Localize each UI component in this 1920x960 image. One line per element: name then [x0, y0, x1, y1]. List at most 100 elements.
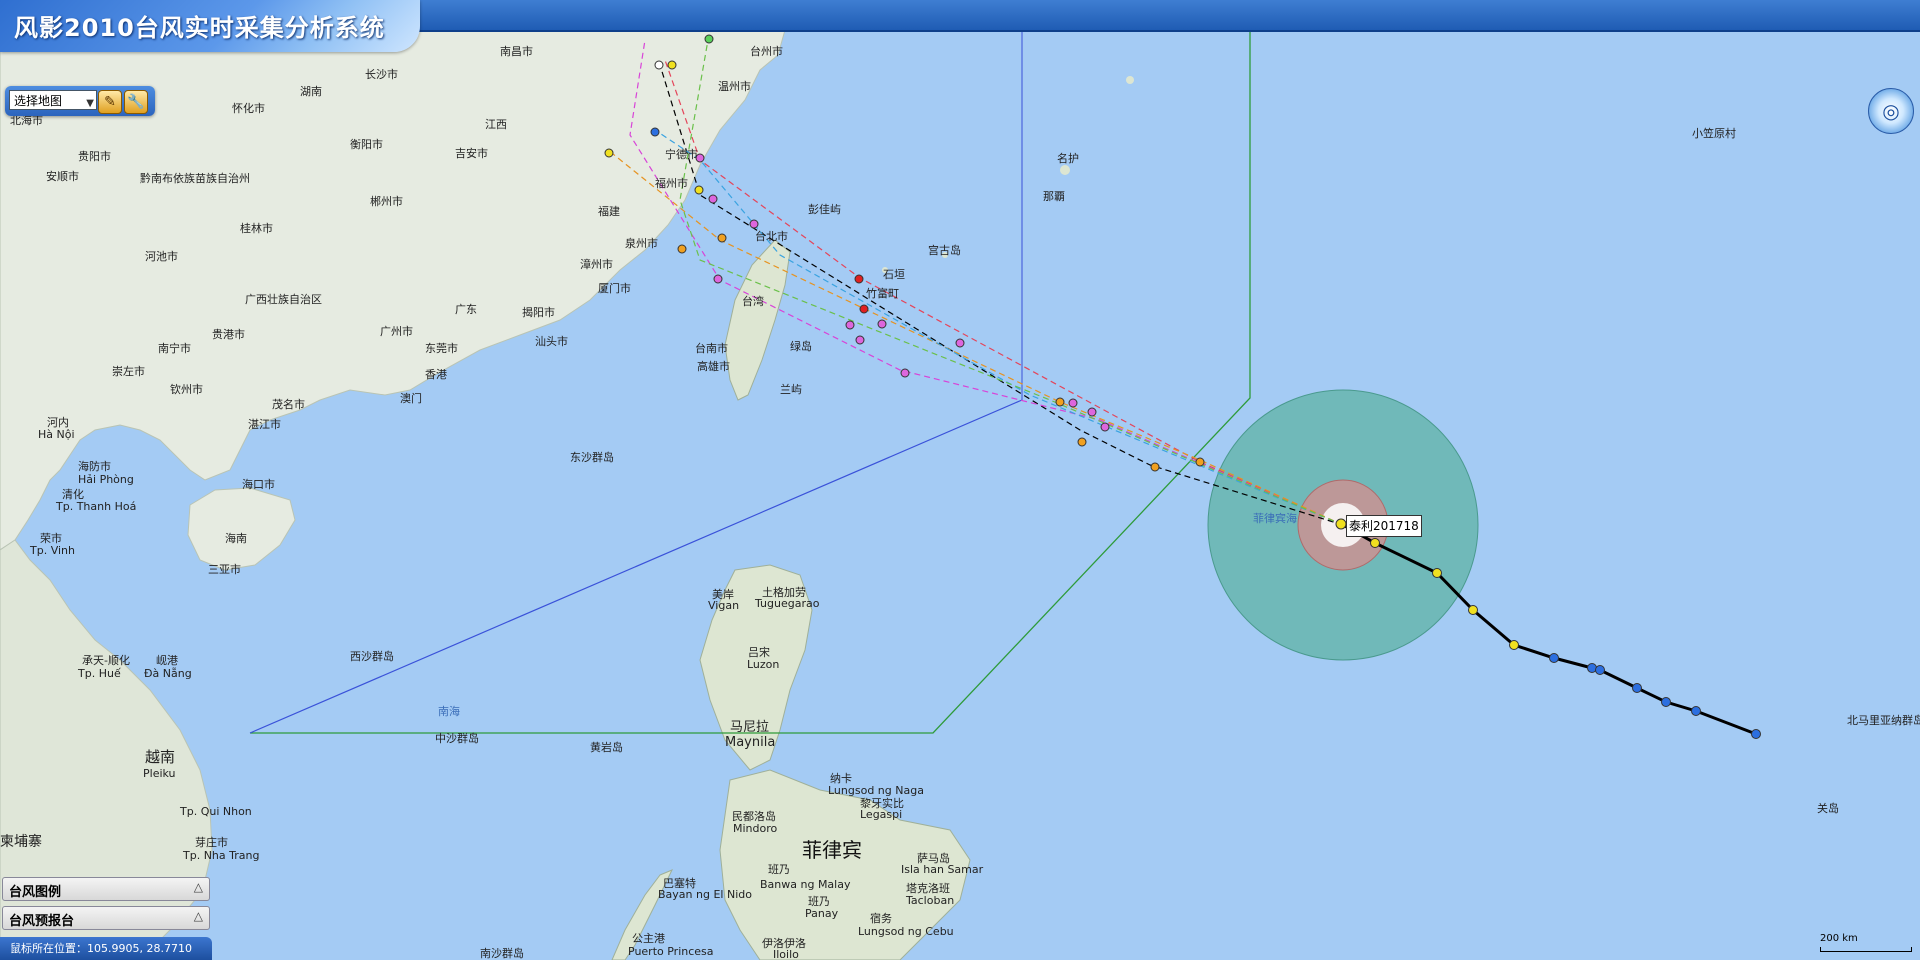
track-point[interactable] [1751, 729, 1761, 739]
place-taiwan: 台湾 [742, 294, 764, 308]
place-rong: 荣市 [40, 531, 62, 545]
place-qinzhou: 钦州市 [170, 382, 203, 396]
place-banwa-cn: 班乃 [768, 863, 790, 876]
pencil-icon[interactable]: ✎ [98, 90, 122, 114]
track-point[interactable] [1661, 697, 1671, 707]
place-wenzhou: 温州市 [718, 79, 751, 93]
place-lvdao: 绿岛 [790, 339, 812, 353]
forecast-point[interactable] [1100, 422, 1110, 432]
forecast-point[interactable] [704, 34, 714, 44]
forecast-panel-title: 台风预报台 [9, 914, 75, 929]
scale-label: 200 km [1820, 933, 1858, 944]
forecast-point[interactable] [1150, 462, 1160, 472]
place-feilvbin: 菲律宾 [802, 838, 862, 862]
place-jieyang: 揭阳市 [522, 305, 555, 319]
forecast-point[interactable] [1055, 397, 1065, 407]
typhoon-map[interactable]: 南昌市 台州市 长沙市 湖南 温州市 怀化市 江西 衡阳市 吉安市 宁德市 贵阳… [0, 0, 1920, 960]
forecast-point[interactable] [694, 185, 704, 195]
place-xisha: 西沙群岛 [350, 649, 394, 663]
forecast-point[interactable] [713, 274, 723, 284]
track-point[interactable] [1335, 518, 1347, 530]
app-title: 风影2010台风实时采集分析系统 [14, 14, 385, 42]
place-changsha: 长沙市 [365, 67, 398, 81]
forecast-point[interactable] [717, 233, 727, 243]
place-zhongsha: 中沙群岛 [435, 731, 479, 745]
place-pengjiayu: 彭佳屿 [808, 202, 841, 216]
place-xianggang: 香港 [425, 368, 447, 381]
chevron-down-icon: ▼ [86, 98, 94, 109]
place-anshun: 安顺市 [46, 169, 79, 183]
place-panay: Panay [805, 907, 839, 920]
place-aomen: 澳门 [400, 391, 422, 405]
place-guigang: 贵港市 [212, 327, 245, 341]
place-xiamen: 厦门市 [598, 281, 631, 295]
wrench-icon[interactable]: 🔧 [124, 90, 148, 114]
track-point[interactable] [1370, 538, 1380, 548]
forecast-point[interactable] [845, 320, 855, 330]
place-haikou: 海口市 [242, 477, 275, 491]
forecast-point[interactable] [708, 194, 718, 204]
legend-panel[interactable]: 台风图例 △ [2, 877, 210, 901]
place-naga: Lungsod ng Naga [828, 784, 924, 797]
map-select-dropdown[interactable]: 选择地图 ▼ [9, 90, 97, 110]
place-gaoxiong: 高雄市 [697, 359, 730, 373]
forecast-point[interactable] [1077, 437, 1087, 447]
place-nanchang: 南昌市 [500, 44, 533, 58]
track-point[interactable] [1632, 683, 1642, 693]
place-puerto: Puerto Princesa [628, 945, 714, 958]
track-point[interactable] [1595, 665, 1605, 675]
place-jian: 吉安市 [455, 146, 488, 160]
forecast-point[interactable] [667, 60, 677, 70]
forecast-point[interactable] [604, 148, 614, 158]
place-hengyang: 衡阳市 [350, 137, 383, 151]
place-naba: 那覇 [1043, 190, 1065, 203]
place-pleiku: Pleiku [143, 767, 176, 780]
place-danang: Đà Nẵng [144, 667, 192, 680]
scale-line [1820, 947, 1912, 952]
place-feilvbin-sea: 菲律宾海 [1253, 511, 1297, 525]
forecast-point[interactable] [877, 319, 887, 329]
forecast-point[interactable] [650, 127, 660, 137]
place-zhufu: 竹富町 [866, 286, 899, 300]
forecast-point[interactable] [1068, 398, 1078, 408]
place-nanhai: 南海 [438, 704, 460, 718]
forecast-point[interactable] [654, 60, 664, 70]
forecast-point[interactable] [955, 338, 965, 348]
track-point[interactable] [1691, 706, 1701, 716]
place-cebu: Lungsod ng Cebu [858, 925, 954, 938]
place-guangxi: 广西壮族自治区 [245, 292, 322, 306]
place-tainan: 台南市 [695, 341, 728, 355]
chevron-up-icon: △ [193, 880, 203, 894]
typhoon-icon: ◎ [1882, 99, 1900, 123]
place-hainan: 海南 [225, 531, 247, 545]
forecast-point[interactable] [1195, 457, 1205, 467]
place-hanoi-cn: 河内 [47, 415, 69, 429]
place-ningde: 宁德市 [665, 147, 698, 161]
forecast-point[interactable] [1087, 407, 1097, 417]
forecast-point[interactable] [900, 368, 910, 378]
place-vigan: Vigan [708, 599, 739, 612]
place-jianpuzhai: 柬埔寨 [0, 833, 42, 850]
forecast-point[interactable] [749, 219, 759, 229]
place-qinghua: 清化 [62, 487, 84, 501]
title-banner: 风影2010台风实时采集分析系统 [0, 0, 420, 52]
track-point[interactable] [1468, 605, 1478, 615]
place-dongsha: 东沙群岛 [570, 450, 614, 464]
track-point[interactable] [1509, 640, 1519, 650]
place-haiphong: Hải Phòng [78, 473, 134, 486]
place-shigaoda: 石垣 [883, 268, 905, 281]
place-quinhon: Tp. Qui Nhon [179, 805, 252, 818]
forecast-panel[interactable]: 台风预报台 △ [2, 906, 210, 930]
typhoon-layer-button[interactable]: ◎ [1868, 88, 1914, 134]
forecast-point[interactable] [854, 274, 864, 284]
place-shantou: 汕头市 [535, 334, 568, 348]
place-guangdong: 广东 [455, 303, 477, 316]
place-nanning: 南宁市 [158, 341, 191, 355]
forecast-point[interactable] [859, 304, 869, 314]
place-hanoi: Hà Nội [38, 428, 75, 441]
forecast-point[interactable] [677, 244, 687, 254]
track-point[interactable] [1549, 653, 1559, 663]
typhoon-label[interactable]: 泰利201718 [1346, 515, 1422, 537]
track-point[interactable] [1432, 568, 1442, 578]
forecast-point[interactable] [855, 335, 865, 345]
